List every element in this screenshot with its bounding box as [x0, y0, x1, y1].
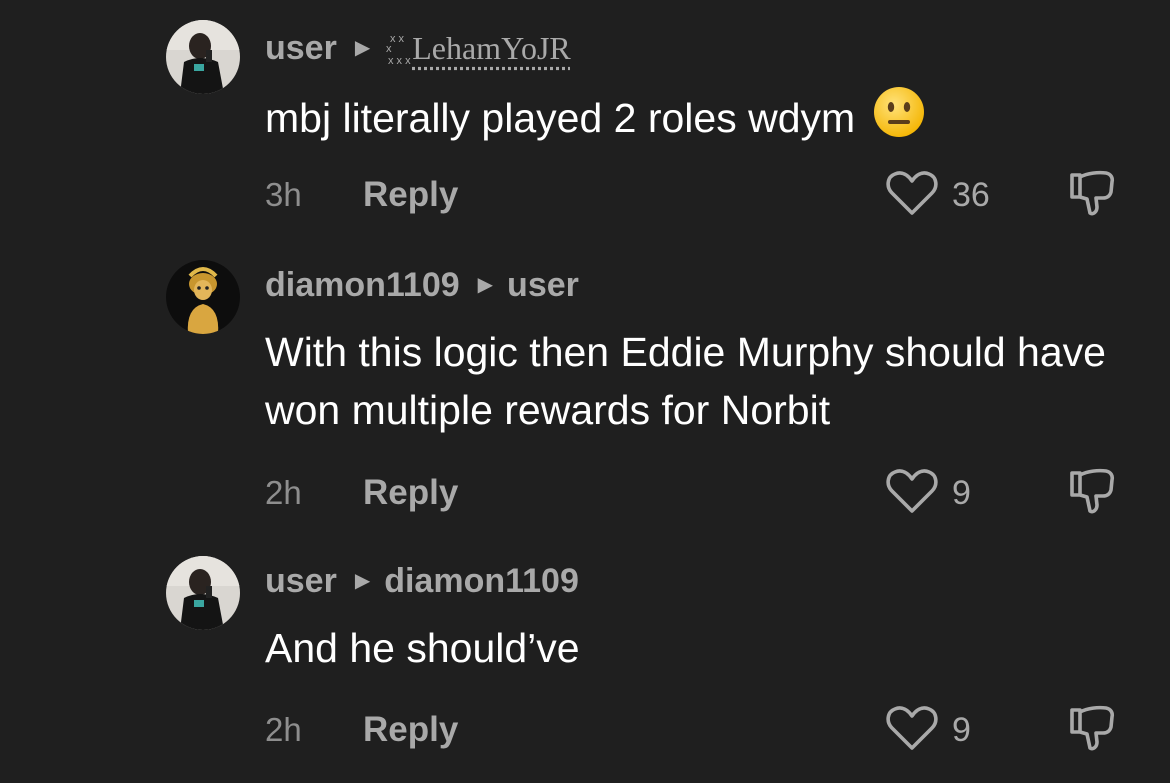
thumbs-down-icon [1066, 467, 1118, 520]
comment-text-content: mbj literally played 2 roles wdym [265, 95, 856, 141]
like-count: 9 [952, 473, 971, 512]
comment-meta: 2h Reply [265, 705, 458, 755]
reply-button[interactable]: Reply [363, 473, 458, 513]
author-username[interactable]: diamon1109 [265, 266, 460, 305]
thumbs-down-icon [1066, 704, 1118, 757]
neutral-face-emoji [873, 86, 925, 153]
avatar[interactable] [166, 556, 240, 630]
replied-to-username-text: LehamYoJR [412, 29, 571, 66]
author-username[interactable]: user [265, 562, 337, 601]
caret-right-icon: ▶ [477, 274, 494, 296]
comment-header: user ▶ x x x x x x LehamYoJR [265, 28, 571, 68]
timestamp: 2h [265, 711, 302, 748]
timestamp: 3h [265, 176, 302, 213]
heart-icon [886, 468, 938, 519]
replied-to-username[interactable]: x x x x x x LehamYoJR [384, 30, 571, 67]
heart-icon [886, 170, 938, 221]
avatar[interactable] [166, 260, 240, 334]
caret-right-icon: ▶ [354, 37, 371, 59]
svg-text:x: x [386, 43, 392, 55]
dislike-button[interactable] [1064, 468, 1120, 518]
comment-text: And he should’ve [265, 625, 580, 671]
reply-button[interactable]: Reply [363, 175, 458, 215]
thumbs-down-icon [1066, 169, 1118, 222]
author-username[interactable]: user [265, 29, 337, 68]
timestamp: 2h [265, 474, 302, 511]
replied-to-username[interactable]: diamon1109 [384, 562, 579, 601]
svg-text:x x: x x [390, 33, 405, 45]
caret-right-icon: ▶ [354, 570, 371, 592]
like-button[interactable]: 36 [886, 170, 990, 220]
comment-meta: 3h Reply [265, 170, 458, 220]
comment-text: mbj literally played 2 roles wdym [265, 86, 1145, 153]
comment-meta: 2h Reply [265, 468, 458, 518]
dislike-button[interactable] [1064, 705, 1120, 755]
comment-header: diamon1109 ▶ user [265, 265, 579, 305]
replied-to-username[interactable]: user [507, 266, 579, 305]
avatar[interactable] [166, 20, 240, 94]
like-count: 36 [952, 175, 990, 214]
like-count: 9 [952, 710, 971, 749]
comment-text: With this logic then Eddie Murphy should… [265, 329, 1106, 433]
dislike-button[interactable] [1064, 170, 1120, 220]
comment-header: user ▶ diamon1109 [265, 561, 579, 601]
like-button[interactable]: 9 [886, 705, 971, 755]
decorative-x-marks: x x x x x x [386, 33, 411, 67]
reply-button[interactable]: Reply [363, 710, 458, 750]
heart-icon [886, 705, 938, 756]
like-button[interactable]: 9 [886, 468, 971, 518]
svg-text:x x x: x x x [388, 55, 411, 67]
comment-thread: user ▶ x x x x x x LehamYoJR mbj literal… [0, 0, 1170, 783]
